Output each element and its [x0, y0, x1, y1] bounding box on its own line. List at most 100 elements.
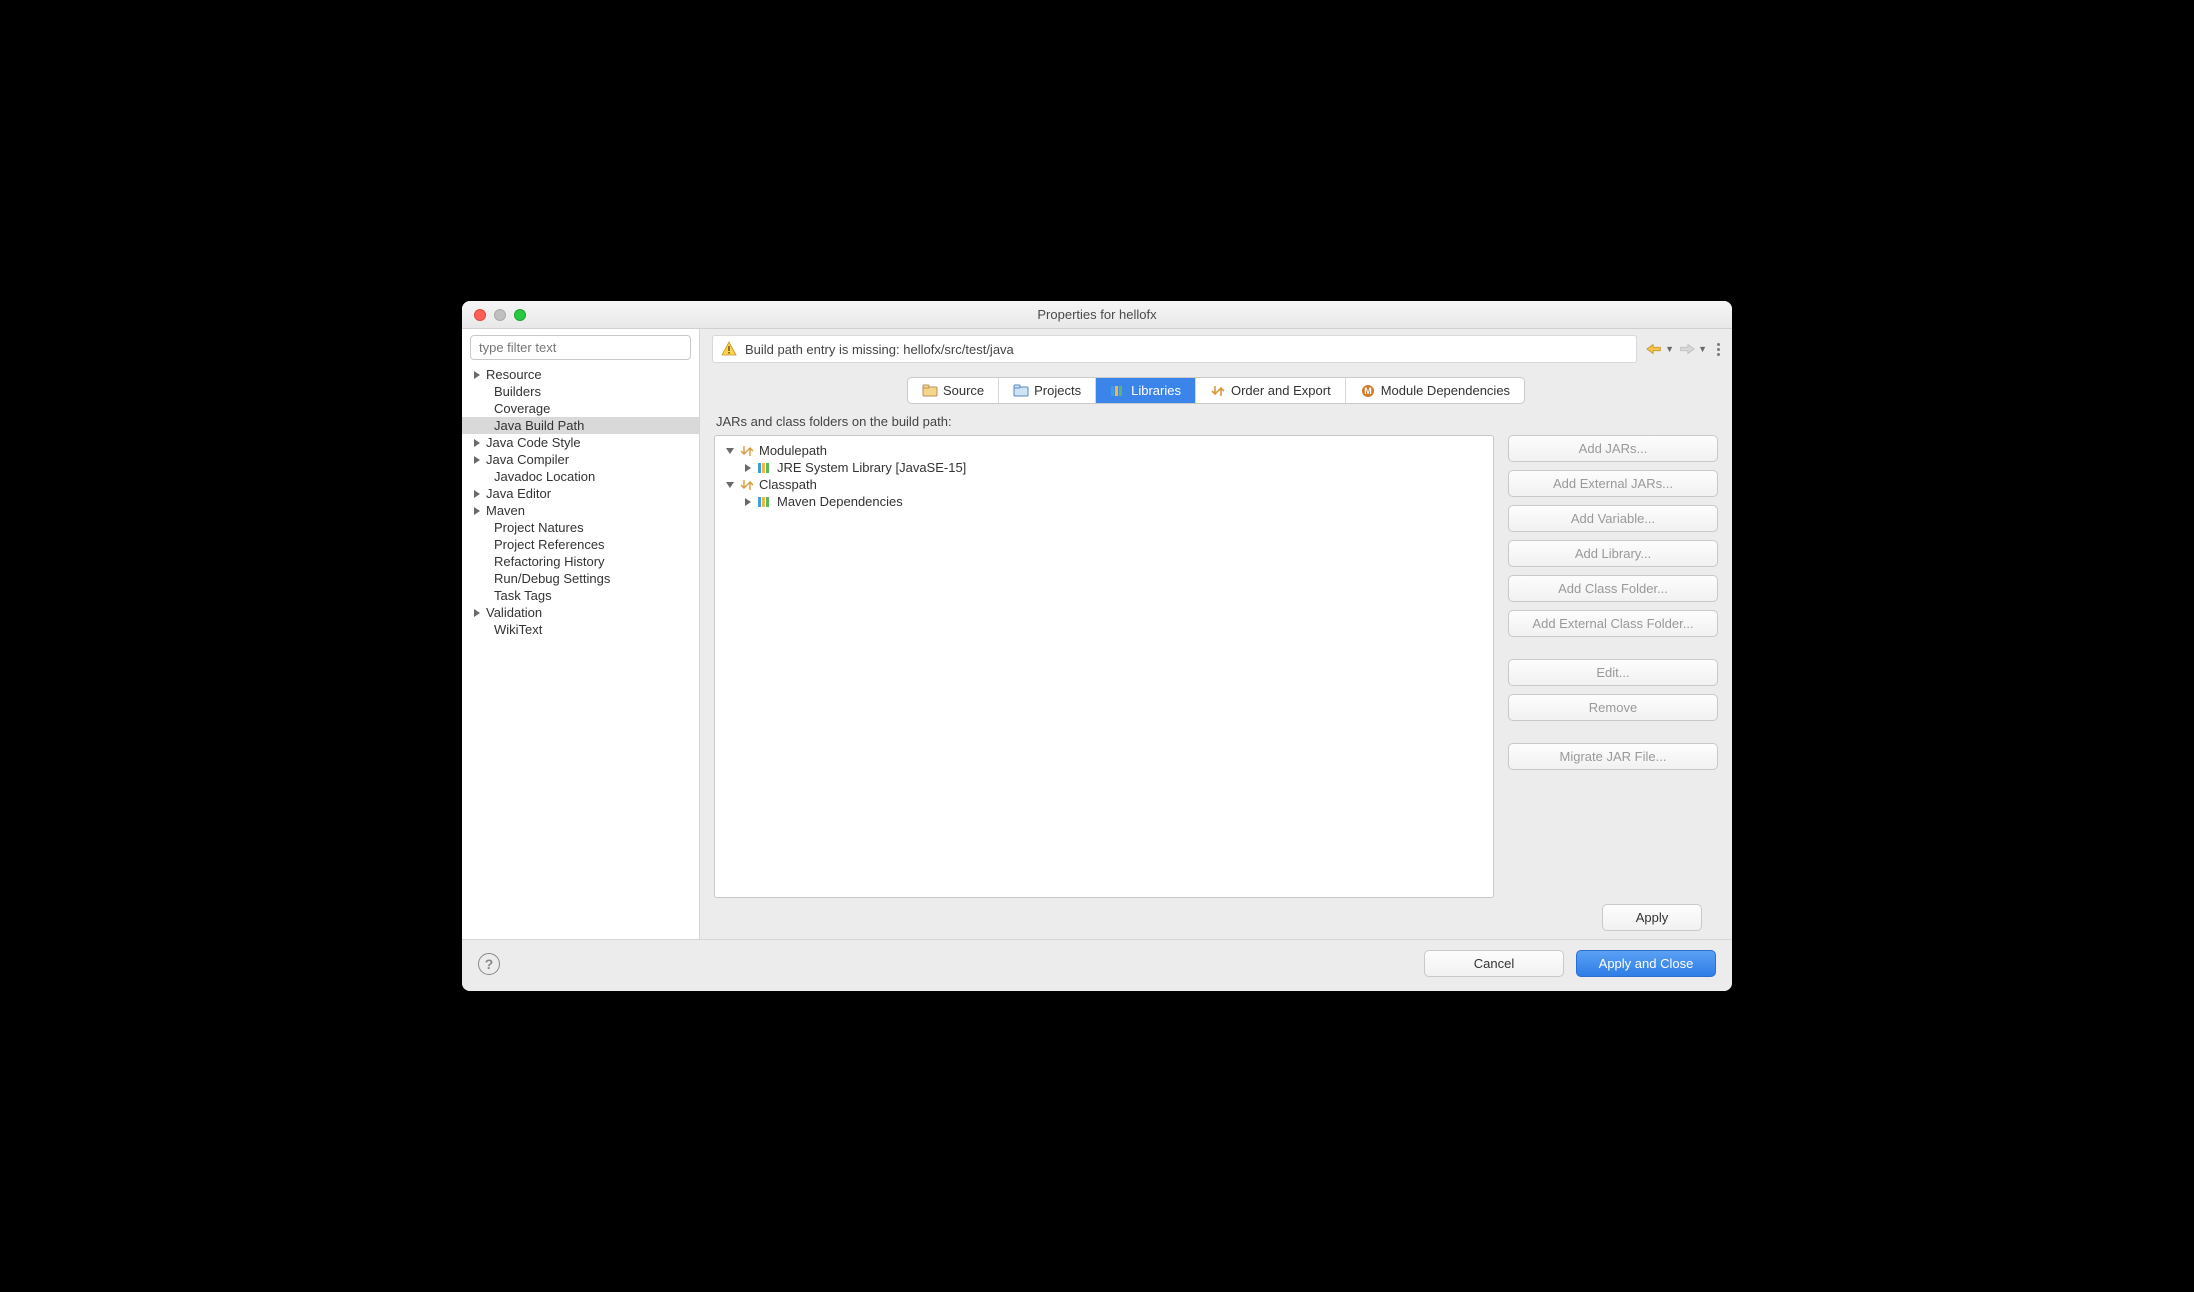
add-external-class-folder-button[interactable]: Add External Class Folder...	[1508, 610, 1718, 637]
sidebar-item-wikitext[interactable]: WikiText	[462, 621, 699, 638]
libraries-tree[interactable]: Modulepath JRE System Library [JavaSE-15]…	[714, 435, 1494, 898]
disclosure-icon	[472, 387, 482, 397]
libraries-heading: JARs and class folders on the build path…	[716, 414, 1718, 429]
sidebar-item-java-code-style[interactable]: Java Code Style	[462, 434, 699, 451]
view-menu-button[interactable]	[1717, 343, 1720, 356]
sidebar-item-label: WikiText	[484, 622, 542, 637]
sidebar-item-label: Run/Debug Settings	[484, 571, 610, 586]
disclosure-icon	[472, 625, 482, 635]
library-tree-item[interactable]: Classpath	[719, 476, 1489, 493]
disclosure-icon	[472, 455, 482, 465]
sidebar-item-validation[interactable]: Validation	[462, 604, 699, 621]
tab-label: Module Dependencies	[1381, 383, 1510, 398]
libraries-content: JARs and class folders on the build path…	[714, 408, 1718, 931]
sidebar-item-project-natures[interactable]: Project Natures	[462, 519, 699, 536]
disclosure-icon	[743, 497, 753, 507]
properties-dialog: Properties for hellofx Resource Builders C…	[462, 301, 1732, 991]
library-tree-item[interactable]: Maven Dependencies	[719, 493, 1489, 510]
add-class-folder-button[interactable]: Add Class Folder...	[1508, 575, 1718, 602]
disclosure-icon	[725, 480, 735, 490]
disclosure-icon	[472, 438, 482, 448]
tab-source[interactable]: Source	[908, 378, 999, 403]
titlebar: Properties for hellofx	[462, 301, 1732, 329]
sidebar-item-maven[interactable]: Maven	[462, 502, 699, 519]
sidebar-item-java-compiler[interactable]: Java Compiler	[462, 451, 699, 468]
library-item-label: JRE System Library [JavaSE-15]	[777, 460, 966, 475]
tab-projects[interactable]: Projects	[999, 378, 1096, 403]
tabbar: Source Projects Libraries Order and Export M…	[700, 377, 1732, 404]
sidebar-item-coverage[interactable]: Coverage	[462, 400, 699, 417]
cancel-button[interactable]: Cancel	[1424, 950, 1564, 977]
back-menu-icon: ▼	[1665, 344, 1674, 354]
disclosure-icon	[472, 421, 482, 431]
tabset: Source Projects Libraries Order and Export M…	[907, 377, 1525, 404]
category-sidebar: Resource Builders Coverage Java Build Path J…	[462, 329, 700, 939]
tab-label: Libraries	[1131, 383, 1181, 398]
library-tree-item[interactable]: JRE System Library [JavaSE-15]	[719, 459, 1489, 476]
tab-libraries[interactable]: Libraries	[1096, 378, 1196, 403]
apply-button[interactable]: Apply	[1602, 904, 1702, 931]
sidebar-item-label: Project References	[484, 537, 605, 552]
sidebar-item-refactoring-history[interactable]: Refactoring History	[462, 553, 699, 570]
back-button[interactable]: ▼	[1645, 342, 1674, 356]
sidebar-item-builders[interactable]: Builders	[462, 383, 699, 400]
sidebar-item-java-editor[interactable]: Java Editor	[462, 485, 699, 502]
tab-label: Order and Export	[1231, 383, 1331, 398]
sidebar-item-run-debug-settings[interactable]: Run/Debug Settings	[462, 570, 699, 587]
library-buttons: Add JARs... Add External JARs... Add Var…	[1508, 435, 1718, 898]
disclosure-icon	[472, 404, 482, 414]
message-text: Build path entry is missing: hellofx/src…	[745, 342, 1014, 357]
help-button[interactable]: ?	[478, 953, 500, 975]
sidebar-item-label: Project Natures	[484, 520, 584, 535]
sidebar-item-label: Validation	[484, 605, 542, 620]
add-variable-button[interactable]: Add Variable...	[1508, 505, 1718, 532]
disclosure-icon	[472, 523, 482, 533]
tab-label: Projects	[1034, 383, 1081, 398]
disclosure-icon	[472, 489, 482, 499]
forward-button[interactable]: ▼	[1678, 342, 1707, 356]
sidebar-item-label: Refactoring History	[484, 554, 605, 569]
footer: ? Cancel Apply and Close	[462, 939, 1732, 991]
sidebar-item-task-tags[interactable]: Task Tags	[462, 587, 699, 604]
sidebar-item-label: Javadoc Location	[484, 469, 595, 484]
message-bar: Build path entry is missing: hellofx/src…	[712, 335, 1720, 363]
tab-module-dependencies[interactable]: M Module Dependencies	[1346, 378, 1524, 403]
sidebar-item-label: Java Build Path	[484, 418, 584, 433]
disclosure-icon	[472, 557, 482, 567]
sidebar-item-label: Builders	[484, 384, 541, 399]
main-panel: Build path entry is missing: hellofx/src…	[700, 329, 1732, 939]
disclosure-icon	[472, 506, 482, 516]
add-external-jars-button[interactable]: Add External JARs...	[1508, 470, 1718, 497]
disclosure-icon	[472, 472, 482, 482]
sidebar-item-project-references[interactable]: Project References	[462, 536, 699, 553]
nav-arrows: ▼ ▼	[1645, 342, 1720, 356]
add-jars-button[interactable]: Add JARs...	[1508, 435, 1718, 462]
dialog-body: Resource Builders Coverage Java Build Path J…	[462, 329, 1732, 939]
sidebar-item-label: Coverage	[484, 401, 550, 416]
sidebar-item-javadoc-location[interactable]: Javadoc Location	[462, 468, 699, 485]
apply-and-close-button[interactable]: Apply and Close	[1576, 950, 1716, 977]
sidebar-item-java-build-path[interactable]: Java Build Path	[462, 417, 699, 434]
remove-button[interactable]: Remove	[1508, 694, 1718, 721]
library-tree-item[interactable]: Modulepath	[719, 442, 1489, 459]
sidebar-item-label: Task Tags	[484, 588, 552, 603]
disclosure-icon	[472, 540, 482, 550]
disclosure-icon	[725, 446, 735, 456]
migrate-jar-button[interactable]: Migrate JAR File...	[1508, 743, 1718, 770]
disclosure-icon	[472, 591, 482, 601]
disclosure-icon	[472, 370, 482, 380]
disclosure-icon	[743, 463, 753, 473]
sidebar-item-label: Java Code Style	[484, 435, 581, 450]
sidebar-item-label: Resource	[484, 367, 542, 382]
sidebar-item-resource[interactable]: Resource	[462, 366, 699, 383]
library-item-label: Modulepath	[759, 443, 827, 458]
category-tree: Resource Builders Coverage Java Build Path J…	[462, 364, 699, 939]
tab-order-and-export[interactable]: Order and Export	[1196, 378, 1346, 403]
add-library-button[interactable]: Add Library...	[1508, 540, 1718, 567]
disclosure-icon	[472, 574, 482, 584]
edit-button[interactable]: Edit...	[1508, 659, 1718, 686]
svg-text:M: M	[1364, 386, 1372, 396]
sidebar-item-label: Java Compiler	[484, 452, 569, 467]
filter-input[interactable]	[470, 335, 691, 360]
library-item-label: Classpath	[759, 477, 817, 492]
